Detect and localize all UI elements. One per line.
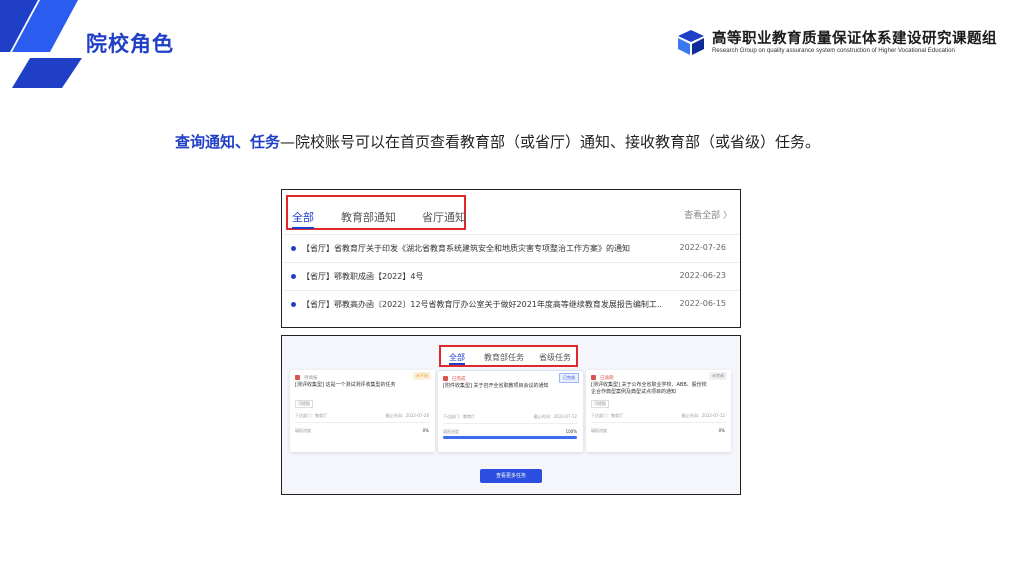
notice-list: 【省厅】省教育厅关于印发《湖北省教育系统建筑安全和地质灾害专项整治工作方案》的通… — [282, 234, 740, 318]
task-panel: 全部 教育部任务 省级任务 待填报 未开始 [测评收集型] 这是一个测试测评收集… — [281, 335, 741, 495]
progress-percent: 100% — [565, 429, 577, 434]
task-tabs-highlight: 全部 教育部任务 省级任务 — [439, 345, 578, 367]
lock-icon — [295, 375, 300, 380]
task-tag: 可提报 — [295, 400, 313, 408]
notice-panel: 全部 教育部通知 省厅通知 查看全部 〉 【省厅】省教育厅关于印发《湖北省教育系… — [281, 189, 741, 328]
task-title: [附件收集型] 关于召开全省职教项目会议的通知 — [443, 383, 549, 389]
task-department: 下达部门：教育厅 — [591, 413, 623, 418]
slide-title: 院校角色 — [86, 32, 174, 56]
status-badge: 未开始 — [413, 372, 431, 380]
progress-label: 填报进度 — [295, 428, 311, 433]
tab-all-tasks[interactable]: 全部 — [449, 352, 465, 363]
bullet-icon — [291, 246, 296, 251]
bullet-icon — [291, 274, 296, 279]
intro-highlight: 查询通知、任务 — [175, 133, 281, 151]
divider — [591, 422, 726, 423]
progress-label: 填报进度 — [591, 428, 607, 433]
org-name-cn: 高等职业教育质量保证体系建设研究课题组 — [712, 31, 997, 47]
progress-percent: 0% — [718, 428, 725, 433]
divider — [295, 422, 430, 423]
corner-decoration — [0, 0, 82, 88]
notice-date: 2022-06-15 — [679, 299, 727, 308]
notice-tabs-highlight: 全部 教育部通知 省厅通知 — [286, 195, 466, 230]
task-deadline: 截止时间：2022-07-26 — [385, 413, 429, 418]
task-title: [测评收集型] 关于公布全省职业学校、ABB、股份校企合作典型案例及典型试点项目… — [591, 382, 707, 395]
divider — [443, 423, 578, 424]
task-card[interactable]: 已完成 已完成 [附件收集型] 关于召开全省职教项目会议的通知 下达部门：教育厅… — [438, 370, 583, 452]
task-deadline: 截止时间：2022-07-12 — [533, 414, 577, 419]
bullet-icon — [291, 302, 296, 307]
tab-active-underline — [292, 227, 314, 229]
slide: 院校角色 高等职业教育质量保证体系建设研究课题组 Research Group … — [0, 0, 1024, 576]
progress-percent: 0% — [422, 428, 429, 433]
task-tag: 可提报 — [591, 400, 609, 408]
org-header: 高等职业教育质量保证体系建设研究课题组 Research Group on qu… — [676, 26, 997, 60]
notice-item[interactable]: 【省厅】省教育厅关于印发《湖北省教育系统建筑安全和地质灾害专项整治工作方案》的通… — [282, 234, 740, 262]
tab-ministry-tasks[interactable]: 教育部任务 — [484, 352, 524, 363]
notice-date: 2022-07-26 — [679, 243, 727, 252]
task-deadline: 截止时间：2022-07-12 — [681, 413, 725, 418]
org-logo-icon — [678, 30, 704, 55]
task-status: 已完成 — [452, 377, 466, 382]
view-more-tasks-button[interactable]: 查看更多任务 — [480, 469, 542, 483]
progress-bar — [443, 436, 577, 439]
task-department: 下达部门：教育厅 — [295, 413, 327, 418]
task-department: 下达部门：教育厅 — [443, 414, 475, 419]
status-badge: 未完成 — [709, 372, 727, 380]
task-status: 待填报 — [304, 376, 318, 381]
task-title: [测评收集型] 这是一个测试测评收集型的任务 — [295, 382, 396, 388]
notice-title: 【省厅】鄂教职成函【2022】4号 — [302, 272, 424, 281]
progress-label: 填报进度 — [443, 429, 459, 434]
tab-all[interactable]: 全部 — [292, 209, 314, 225]
lock-icon — [591, 375, 596, 380]
progress-fill — [443, 436, 577, 439]
notice-item[interactable]: 【省厅】鄂教职成函【2022】4号 2022-06-23 — [282, 262, 740, 290]
tab-province-notice[interactable]: 省厅通知 — [422, 209, 466, 225]
task-status: 已逾期 — [600, 376, 614, 381]
task-card[interactable]: 已逾期 未完成 [测评收集型] 关于公布全省职业学校、ABB、股份校企合作典型案… — [586, 370, 731, 452]
task-card[interactable]: 待填报 未开始 [测评收集型] 这是一个测试测评收集型的任务 可提报 下达部门：… — [290, 370, 435, 452]
notice-title: 【省厅】鄂教高办函〔2022〕12号省教育厅办公室关于做好2021年度高等继续教… — [302, 300, 662, 309]
lock-icon — [443, 376, 448, 381]
tab-province-tasks[interactable]: 省级任务 — [539, 352, 571, 363]
intro-text: 查询通知、任务—院校账号可以在首页查看教育部（或省厅）通知、接收教育部（或省级）… — [175, 131, 820, 152]
org-name-en: Research Group on quality assurance syst… — [712, 47, 955, 54]
status-badge: 已完成 — [559, 373, 579, 383]
tab-ministry-notice[interactable]: 教育部通知 — [341, 209, 396, 225]
notice-title: 【省厅】省教育厅关于印发《湖北省教育系统建筑安全和地质灾害专项整治工作方案》的通… — [302, 244, 630, 253]
tab-active-underline — [449, 363, 465, 365]
intro-rest: —院校账号可以在首页查看教育部（或省厅）通知、接收教育部（或省级）任务。 — [280, 133, 821, 151]
view-all-link[interactable]: 查看全部 〉 — [684, 208, 732, 221]
notice-date: 2022-06-23 — [679, 271, 727, 280]
notice-item[interactable]: 【省厅】鄂教高办函〔2022〕12号省教育厅办公室关于做好2021年度高等继续教… — [282, 290, 740, 318]
